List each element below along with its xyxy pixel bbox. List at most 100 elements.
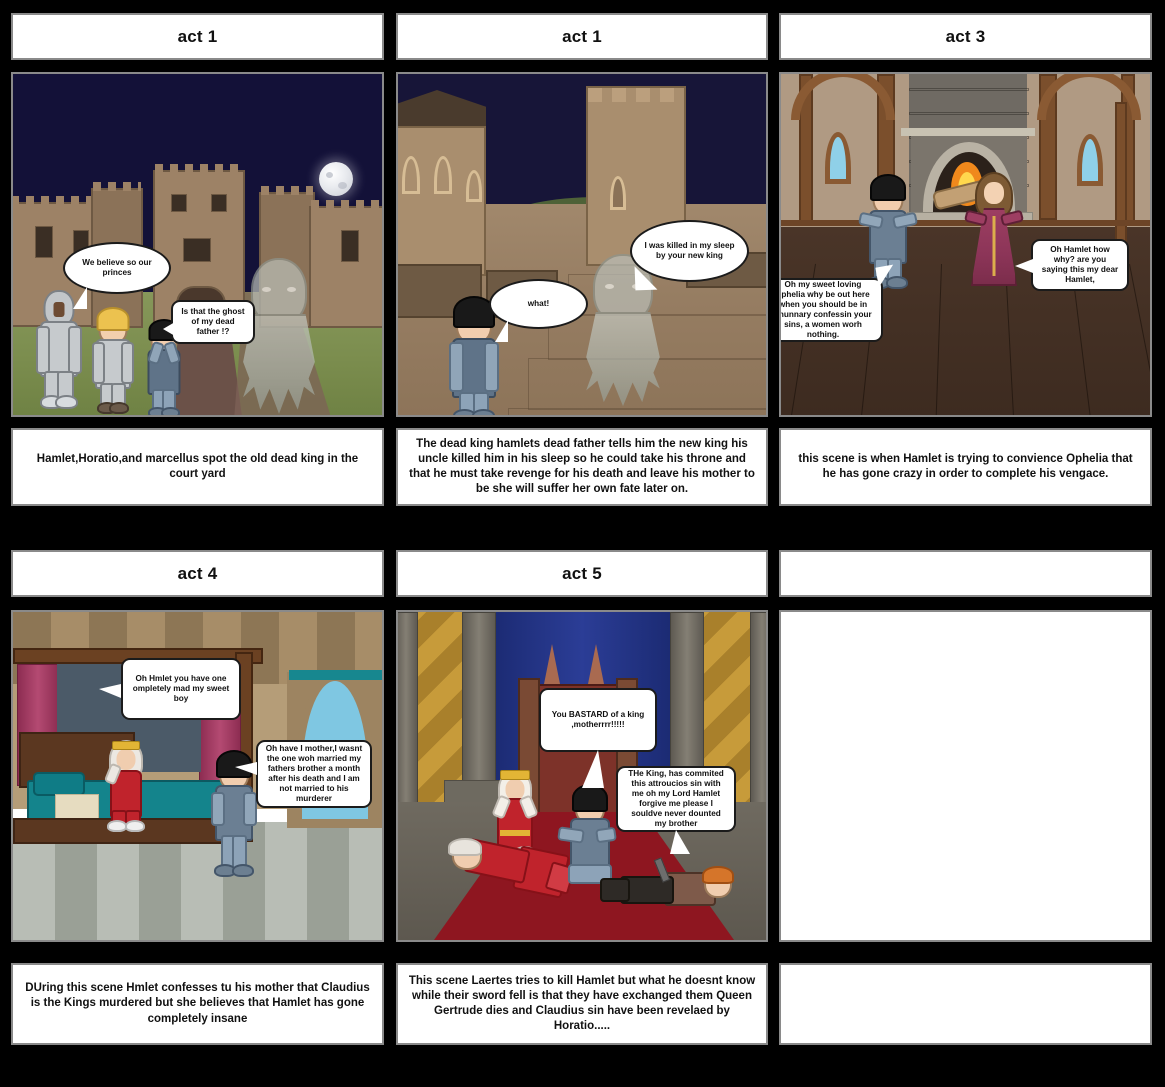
gothic-window: [434, 156, 452, 194]
ghost-robe: [586, 312, 660, 407]
character-claudius-dead: [446, 837, 576, 900]
speech-bubble-1-tail: [495, 320, 508, 342]
castle-window: [183, 238, 211, 262]
caption-text-cell-5: This scene Laertes tries to kill Hamlet …: [408, 974, 756, 1033]
scene-night-castle-courtyard: We believe so our princes Is that the gh…: [13, 74, 382, 415]
speech-bubble-2[interactable]: Oh have I mother,I wasnt the one woh mar…: [256, 740, 372, 808]
gertrude-foot-right: [125, 820, 145, 832]
castle-keep-left: [398, 126, 486, 276]
merlons-tower-left: [93, 182, 141, 191]
castle-window: [341, 230, 359, 262]
speech-bubble-2[interactable]: THe King, has commited this attroucios s…: [616, 766, 736, 832]
speech-bubble-2[interactable]: Oh Hamlet how why? are you saying this m…: [1031, 239, 1129, 291]
gothic-window: [402, 156, 420, 194]
stone-brick: [909, 88, 1029, 91]
caption-text-cell-4: DUring this scene Hmlet confesses tu his…: [25, 982, 370, 1025]
laertes-boots: [600, 878, 630, 902]
speech-bubble-1-text: what!: [527, 299, 550, 308]
speech-bubble-1-text: We believe so our princes: [82, 258, 152, 277]
caption-box-cell-5[interactable]: This scene Laertes tries to kill Hamlet …: [396, 963, 768, 1045]
panel-cell-1[interactable]: We believe so our princes Is that the gh…: [11, 72, 384, 417]
hamlet-hair: [870, 174, 906, 201]
scene-great-hall-fireplace: Oh my sweet loving ophelia why be out he…: [781, 74, 1150, 415]
title-box-cell-5[interactable]: act 5: [396, 550, 768, 597]
hamlet-foot-right: [232, 864, 254, 877]
speech-bubble-2-tail: [1015, 259, 1033, 273]
marcellus-arm-left: [36, 326, 50, 374]
marcellus-arm-right: [68, 326, 82, 374]
title-box-cell-1[interactable]: act 1: [11, 13, 384, 60]
castle-window: [211, 194, 227, 212]
character-gertrude: [103, 740, 147, 832]
panel-cell-3[interactable]: Oh my sweet loving ophelia why be out he…: [779, 72, 1152, 417]
speech-bubble-2[interactable]: Is that the ghost of my dead father !?: [171, 300, 255, 344]
hamlet-arm-right: [595, 826, 617, 844]
hamlet-arm-left: [449, 342, 464, 392]
speech-bubble-1-text: Oh my sweet loving ophelia why be out he…: [779, 280, 872, 339]
merlons-center: [155, 164, 243, 173]
panel-cell-6[interactable]: [779, 610, 1152, 942]
gertrude-crown: [500, 770, 530, 780]
stone-brick: [909, 112, 1029, 115]
marcellus-face: [53, 302, 65, 317]
horatio-foot-right: [109, 402, 129, 414]
panel-cell-4[interactable]: Oh Hmlet you have one ompletely mad my s…: [11, 610, 384, 942]
caption-box-cell-1[interactable]: Hamlet,Horatio,and marcellus spot the ol…: [11, 428, 384, 506]
horatio-arm-left: [92, 342, 105, 384]
laertes-hair: [702, 866, 734, 884]
throne-column-far-left: [398, 612, 418, 834]
hamlet-arm-right: [243, 792, 257, 826]
speech-bubble-1[interactable]: Oh Hmlet you have one ompletely mad my s…: [121, 658, 241, 720]
speech-bubble-1[interactable]: Oh my sweet loving ophelia why be out he…: [779, 278, 883, 342]
caption-box-cell-6[interactable]: [779, 963, 1152, 1045]
caption-box-cell-4[interactable]: DUring this scene Hmlet confesses tu his…: [11, 963, 384, 1045]
character-hamlet: [449, 296, 499, 415]
title-text-cell-3: act 3: [945, 26, 986, 46]
castle-window: [35, 226, 53, 258]
hamlet-hair: [572, 784, 608, 812]
horatio-hair: [96, 307, 130, 331]
throne-column-far-right: [750, 612, 766, 834]
title-box-cell-3[interactable]: act 3: [779, 13, 1152, 60]
speech-bubble-2-tail: [163, 322, 175, 336]
hamlet-arm-left: [211, 792, 225, 826]
scene-throne-room-deaths: You BASTARD of a king ,motherrrr!!!!! TH…: [398, 612, 766, 940]
ophelia-face: [984, 182, 1004, 204]
caption-box-cell-2[interactable]: The dead king hamlets dead father tells …: [396, 428, 768, 506]
panel-cell-5[interactable]: You BASTARD of a king ,motherrrr!!!!! TH…: [396, 610, 768, 942]
speech-bubble-2-tail: [670, 830, 690, 854]
ghost-eye-right: [287, 287, 296, 292]
character-ophelia: [963, 172, 1025, 286]
caption-box-cell-3[interactable]: this scene is when Hamlet is trying to c…: [779, 428, 1152, 506]
bedroom-arch-trim: [289, 670, 382, 680]
hamlet-foot-right: [161, 407, 180, 415]
scene-royal-bedroom: Oh Hmlet you have one ompletely mad my s…: [13, 612, 382, 940]
speech-bubble-1-tail: [99, 684, 121, 698]
panel-cell-2[interactable]: what! I was killed in my sleep by your n…: [396, 72, 768, 417]
gothic-window: [466, 170, 482, 202]
character-horatio: [92, 306, 134, 414]
speech-bubble-2-text: I was killed in my sleep by your new kin…: [644, 241, 735, 260]
speech-bubble-2-text: Oh have I mother,I wasnt the one woh mar…: [265, 744, 363, 803]
speech-bubble-1-tail: [582, 750, 604, 788]
gertrude-belt: [500, 830, 530, 836]
claudius-hair: [448, 838, 482, 856]
title-box-cell-2[interactable]: act 1: [396, 13, 768, 60]
title-text-cell-5: act 5: [562, 563, 602, 583]
speech-bubble-2-tail: [235, 762, 257, 775]
speech-bubble-1[interactable]: You BASTARD of a king ,motherrrr!!!!!: [539, 688, 657, 752]
title-box-cell-4[interactable]: act 4: [11, 550, 384, 597]
gertrude-crown: [112, 741, 140, 750]
title-text-cell-4: act 4: [177, 563, 218, 583]
scene-castle-battlement-night: what! I was killed in my sleep by your n…: [398, 74, 766, 415]
title-text-cell-1: act 1: [177, 26, 218, 46]
speech-bubble-2-tail: [634, 265, 658, 291]
speech-bubble-2-text: THe King, has commited this attroucios s…: [628, 769, 724, 828]
hamlet-arm-right: [484, 342, 499, 392]
merlons-right: [311, 200, 382, 209]
title-box-cell-6[interactable]: [779, 550, 1152, 597]
speech-bubble-2-text: Is that the ghost of my dead father !?: [181, 307, 245, 336]
marcellus-foot-right: [55, 395, 78, 409]
speech-bubble-1-tail: [875, 264, 897, 288]
ghost-eye-left: [262, 287, 271, 292]
